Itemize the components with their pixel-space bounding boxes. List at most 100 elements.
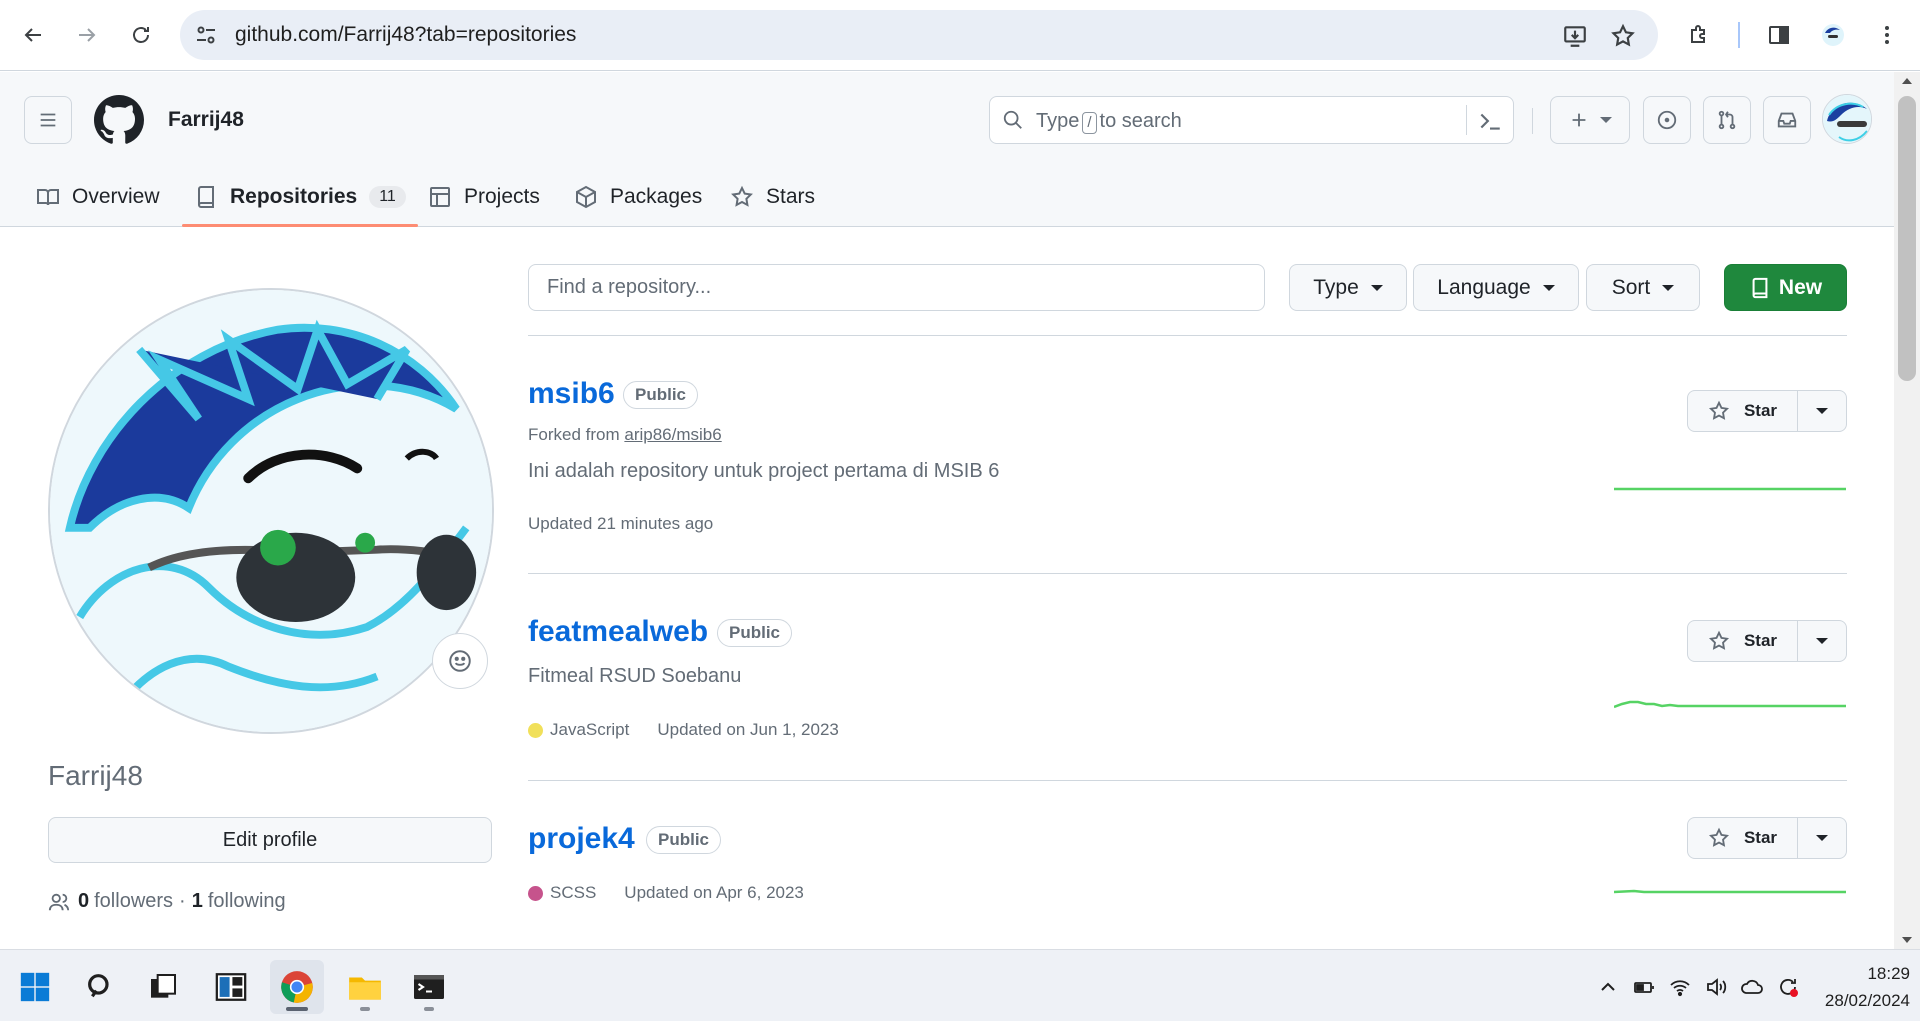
back-button[interactable] [12,14,54,56]
user-avatar[interactable] [1822,94,1872,144]
repo-icon [1752,277,1768,298]
repo-link-msib6[interactable]: msib6 [528,377,615,411]
command-palette-icon[interactable] [1477,108,1503,134]
repositories-count-badge: 11 [369,186,406,208]
scroll-down-arrow-icon[interactable] [1902,937,1912,943]
fork-source-link[interactable]: arip86/msib6 [624,425,721,444]
bookmark-star-icon[interactable] [1610,23,1636,49]
inbox-button[interactable] [1763,96,1811,144]
clock-time: 18:29 [1867,964,1910,983]
following-link[interactable]: 1 following [192,890,286,913]
chevron-down-icon [1370,284,1383,291]
star-button[interactable]: Star [1688,621,1798,661]
star-list-dropdown[interactable] [1798,391,1846,431]
terminal-button[interactable] [402,960,456,1014]
chevron-up-icon[interactable] [1596,975,1620,999]
star-list-dropdown[interactable] [1798,818,1846,858]
menu-button[interactable] [1866,14,1908,56]
repo-meta: JavaScript Updated on Jun 1, 2023 [528,720,839,740]
scroll-thumb[interactable] [1898,96,1916,381]
sync-alert-icon[interactable] [1776,975,1800,999]
issue-opened-icon [1657,110,1677,130]
file-explorer-button[interactable] [338,960,392,1014]
header-username[interactable]: Farrij48 [168,108,244,132]
puzzle-icon [1691,25,1705,43]
chevron-down-icon [1816,408,1828,414]
address-bar[interactable]: github.com/Farrij48?tab=repositories [180,10,1658,60]
side-panel-button[interactable] [1758,14,1800,56]
tab-stars[interactable]: Stars [730,168,815,226]
set-status-button[interactable] [432,633,488,689]
create-new-button[interactable] [1550,96,1630,144]
battery-icon[interactable] [1632,975,1656,999]
star-icon [1708,630,1729,650]
type-filter-button[interactable]: Type [1289,264,1407,311]
tab-projects[interactable]: Projects [428,168,540,226]
activity-sparkline [1614,487,1846,491]
chrome-taskbar-button[interactable] [270,960,324,1014]
search-icon [88,974,109,998]
arrow-left-icon [24,28,41,42]
avatar-image [1823,95,1871,143]
tab-packages-label: Packages [610,185,703,208]
profile-nickname: Farrij48 [48,760,143,791]
url-text[interactable]: github.com/Farrij48?tab=repositories [235,23,576,47]
running-app-indicator [424,1007,434,1011]
scroll-up-arrow-icon[interactable] [1902,78,1912,84]
star-button[interactable]: Star [1688,391,1798,431]
search-icon [1003,110,1022,129]
tab-overview[interactable]: Overview [36,168,160,226]
profile-button[interactable] [1812,14,1854,56]
tab-packages[interactable]: Packages [574,168,702,226]
widgets-button[interactable] [204,960,258,1014]
page-scrollbar[interactable] [1894,72,1920,949]
search-placeholder: Type / to search [1036,110,1182,134]
tab-repositories[interactable]: Repositories 11 [182,168,418,227]
find-repository-input[interactable] [528,264,1265,311]
chevron-down-icon [1600,117,1612,123]
install-app-icon[interactable] [1562,23,1588,49]
profile-avatar-icon [1822,24,1844,46]
search-taskbar-button[interactable] [74,960,128,1014]
site-settings-icon[interactable] [194,23,218,47]
star-button[interactable]: Star [1688,818,1798,858]
clock-date: 28/02/2024 [1824,991,1910,1010]
github-logo-icon[interactable] [94,95,144,145]
system-clock[interactable]: 18:29 28/02/2024 [1800,960,1910,1014]
repo-language: JavaScript [550,720,630,739]
profile-avatar[interactable] [48,288,494,734]
kebab-menu-icon [1885,26,1889,44]
search-input[interactable]: Type / to search [989,96,1514,144]
star-icon [1708,827,1729,847]
forward-button[interactable] [66,14,108,56]
onedrive-cloud-icon[interactable] [1740,975,1764,999]
repo-language: SCSS [550,883,597,902]
terminal-icon [414,975,444,999]
repo-updated: Updated 21 minutes ago [528,514,714,533]
start-button[interactable] [8,960,62,1014]
running-app-indicator [360,1007,370,1011]
sort-filter-button[interactable]: Sort [1586,264,1700,311]
header-divider [1532,108,1533,134]
issues-button[interactable] [1643,96,1691,144]
repo-updated: Updated on Jun 1, 2023 [657,720,839,739]
chevron-down-icon [1816,638,1828,644]
followers-link[interactable]: 0 followers [78,890,173,913]
task-view-button[interactable] [136,960,190,1014]
repo-link-featmealweb[interactable]: featmealweb [528,615,708,649]
star-list-dropdown[interactable] [1798,621,1846,661]
open-menu-button[interactable] [24,96,72,144]
repo-updated: Updated on Apr 6, 2023 [624,883,804,902]
widgets-icon [215,973,247,1001]
volume-icon[interactable] [1704,975,1728,999]
reload-icon [133,27,149,43]
reload-button[interactable] [120,14,162,56]
extensions-button[interactable] [1678,14,1720,56]
activity-sparkline [1614,700,1846,709]
language-filter-button[interactable]: Language [1413,264,1579,311]
edit-profile-button[interactable]: Edit profile [48,817,492,863]
new-repository-button[interactable]: New [1724,264,1847,311]
wifi-icon[interactable] [1668,975,1692,999]
pull-requests-button[interactable] [1703,96,1751,144]
repo-link-projek4[interactable]: projek4 [528,822,635,856]
